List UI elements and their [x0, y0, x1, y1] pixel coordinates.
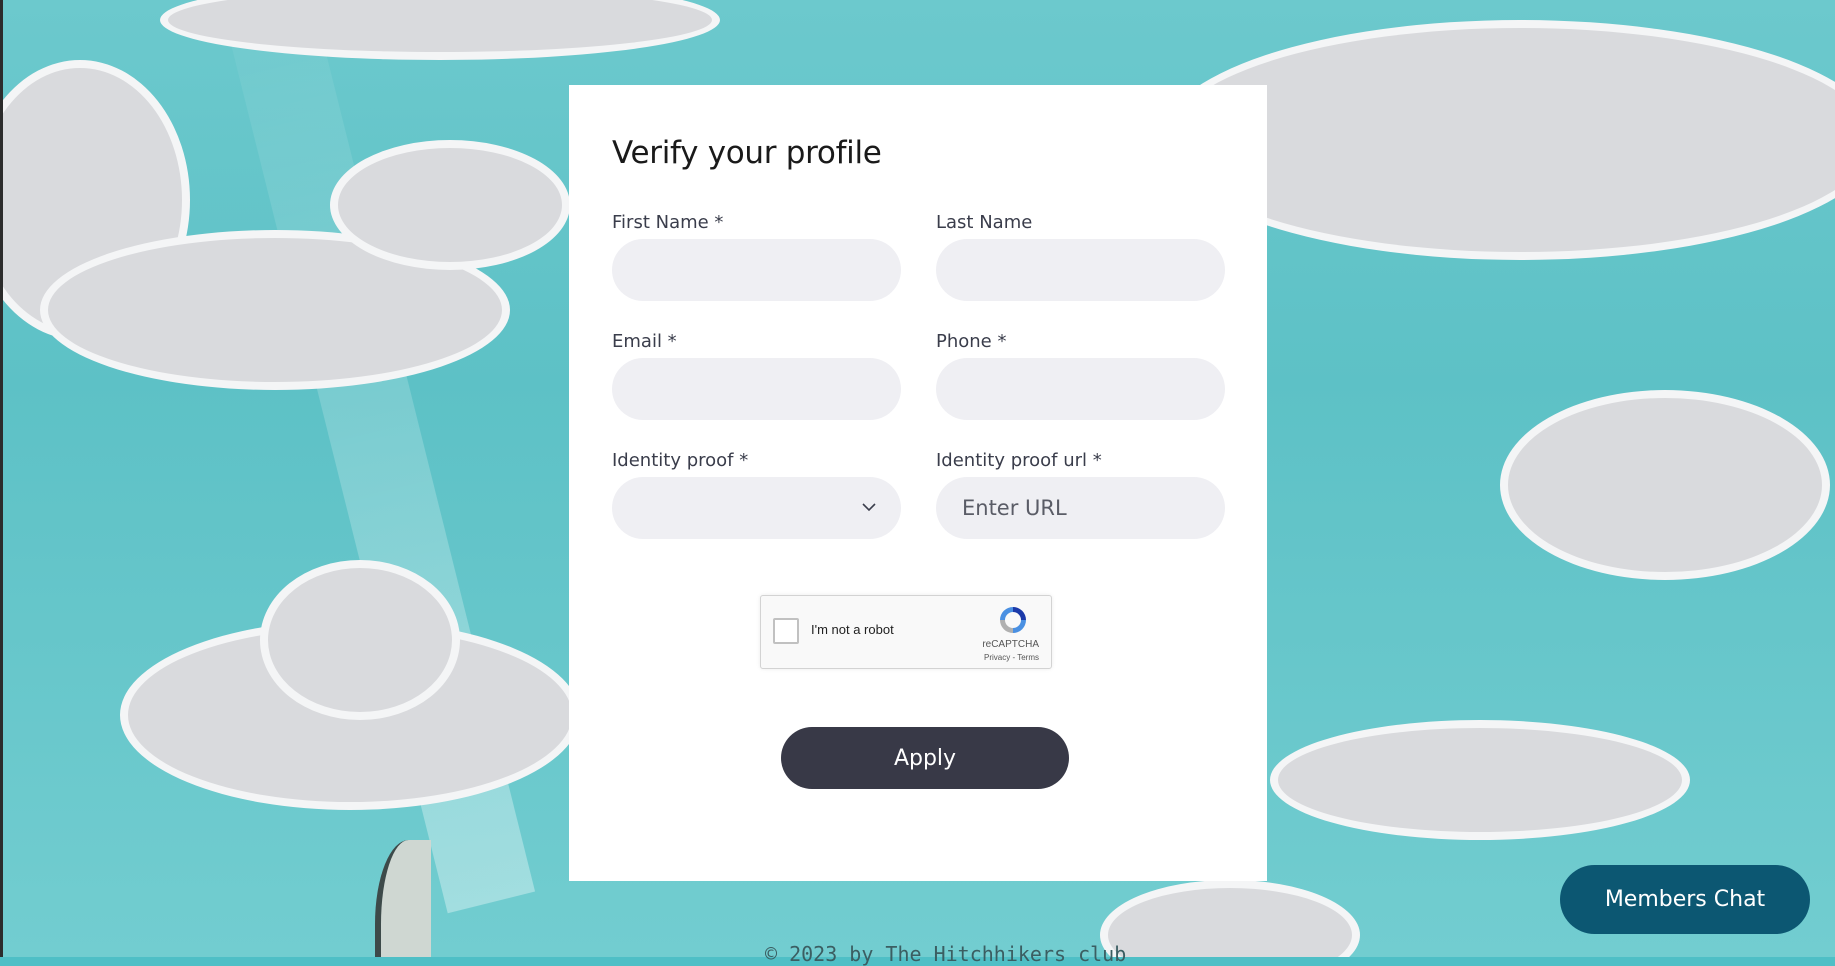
identity-proof-dropdown[interactable] [612, 477, 901, 539]
cloud [1100, 880, 1360, 957]
chevron-down-icon [862, 503, 876, 512]
phone-field: Phone * [936, 331, 1225, 420]
verify-profile-form: Verify your profile First Name * Last Na… [569, 85, 1267, 881]
cloud [260, 560, 460, 720]
first-name-field: First Name * [612, 212, 901, 301]
phone-input[interactable] [936, 358, 1225, 420]
identity-proof-url-input[interactable] [936, 477, 1225, 539]
members-chat-button[interactable]: Members Chat [1560, 865, 1810, 934]
last-name-field: Last Name [936, 212, 1225, 301]
last-name-input[interactable] [936, 239, 1225, 301]
phone-label: Phone * [936, 331, 1007, 352]
recaptcha-checkbox[interactable] [773, 618, 799, 644]
recaptcha-icon [1000, 607, 1026, 633]
cloud [1500, 390, 1830, 580]
cloud [330, 140, 570, 270]
identity-proof-field: Identity proof * [612, 450, 901, 539]
recaptcha-checkbox-label: I'm not a robot [811, 622, 894, 637]
identity-proof-url-label: Identity proof url * [936, 450, 1102, 471]
recaptcha-links[interactable]: Privacy - Terms [984, 653, 1039, 662]
recaptcha-brand: reCAPTCHA [982, 639, 1039, 650]
email-input[interactable] [612, 358, 901, 420]
apply-button[interactable]: Apply [781, 727, 1069, 789]
identity-proof-url-field: Identity proof url * [936, 450, 1225, 539]
whale-tail-illustration [375, 840, 431, 957]
first-name-label: First Name * [612, 212, 724, 233]
recaptcha-widget: I'm not a robot reCAPTCHA Privacy - Term… [760, 595, 1052, 669]
last-name-label: Last Name [936, 212, 1033, 233]
identity-proof-label: Identity proof * [612, 450, 749, 471]
email-field: Email * [612, 331, 901, 420]
form-title: Verify your profile [612, 135, 882, 171]
first-name-input[interactable] [612, 239, 901, 301]
footer-copyright: © 2023 by The Hitchhikers club [765, 942, 1127, 966]
window-edge [0, 0, 3, 957]
email-label: Email * [612, 331, 677, 352]
cloud [1270, 720, 1690, 840]
